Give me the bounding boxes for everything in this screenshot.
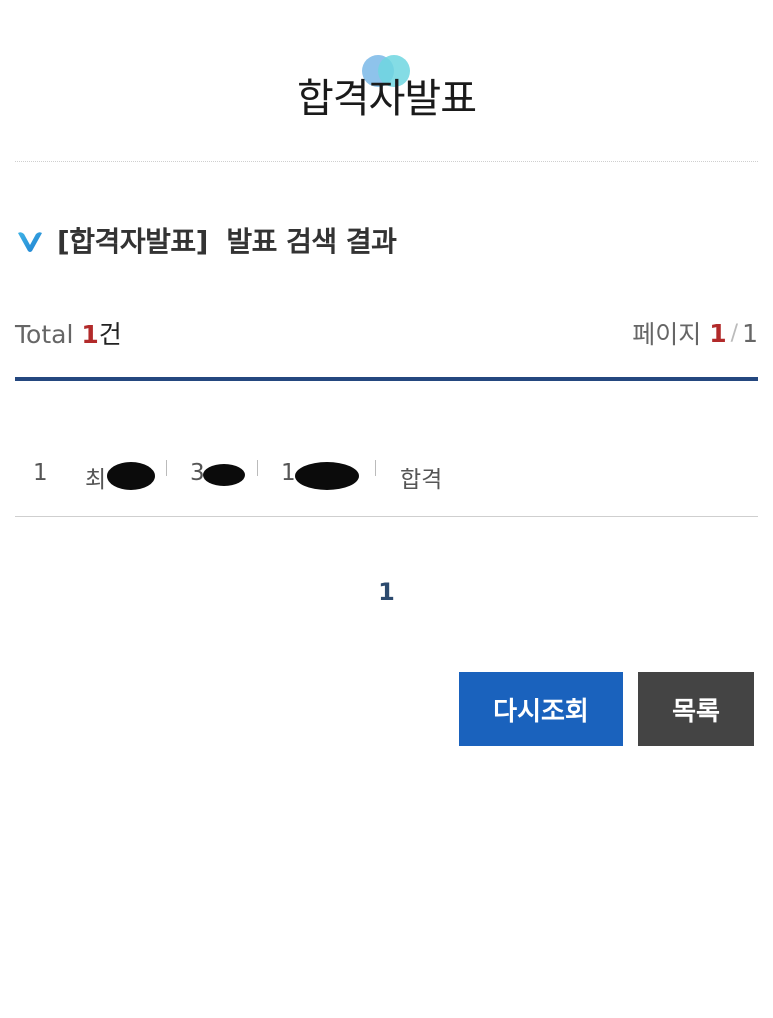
total-count: Total 1건	[15, 315, 122, 351]
page-current: 1	[709, 318, 727, 348]
page-title: 합격자발표	[297, 76, 477, 122]
row-number: 1	[33, 460, 48, 486]
exam-number: 1	[281, 460, 296, 486]
title-divider	[15, 161, 758, 162]
page-separator: /	[730, 320, 739, 346]
result-status: 합격	[400, 467, 443, 493]
section-title: [합격자발표] 발표 검색 결과	[57, 225, 397, 258]
redaction-mark	[203, 464, 245, 486]
table-row[interactable]: 1 최 3 1 합격	[15, 440, 758, 517]
page-label: 페이지	[632, 320, 702, 349]
column-divider	[166, 460, 167, 476]
list-button[interactable]: 목록	[638, 672, 754, 746]
total-label: Total	[15, 320, 82, 349]
redaction-mark	[107, 462, 155, 490]
column-divider	[257, 460, 258, 476]
column-divider	[375, 460, 376, 476]
redaction-mark	[295, 462, 359, 490]
list-top-rule	[15, 377, 758, 381]
page-total: 1	[742, 318, 758, 348]
pagination-current-page[interactable]: 1	[0, 578, 773, 606]
candidate-name: 최	[85, 467, 107, 493]
total-number: 1	[81, 320, 99, 349]
retry-search-button[interactable]: 다시조회	[459, 672, 623, 746]
v-check-icon	[18, 232, 42, 252]
page-indicator: 페이지 1 / 1	[632, 315, 758, 351]
section-header: [합격자발표] 발표 검색 결과	[15, 220, 397, 260]
total-unit: 건	[98, 320, 122, 349]
